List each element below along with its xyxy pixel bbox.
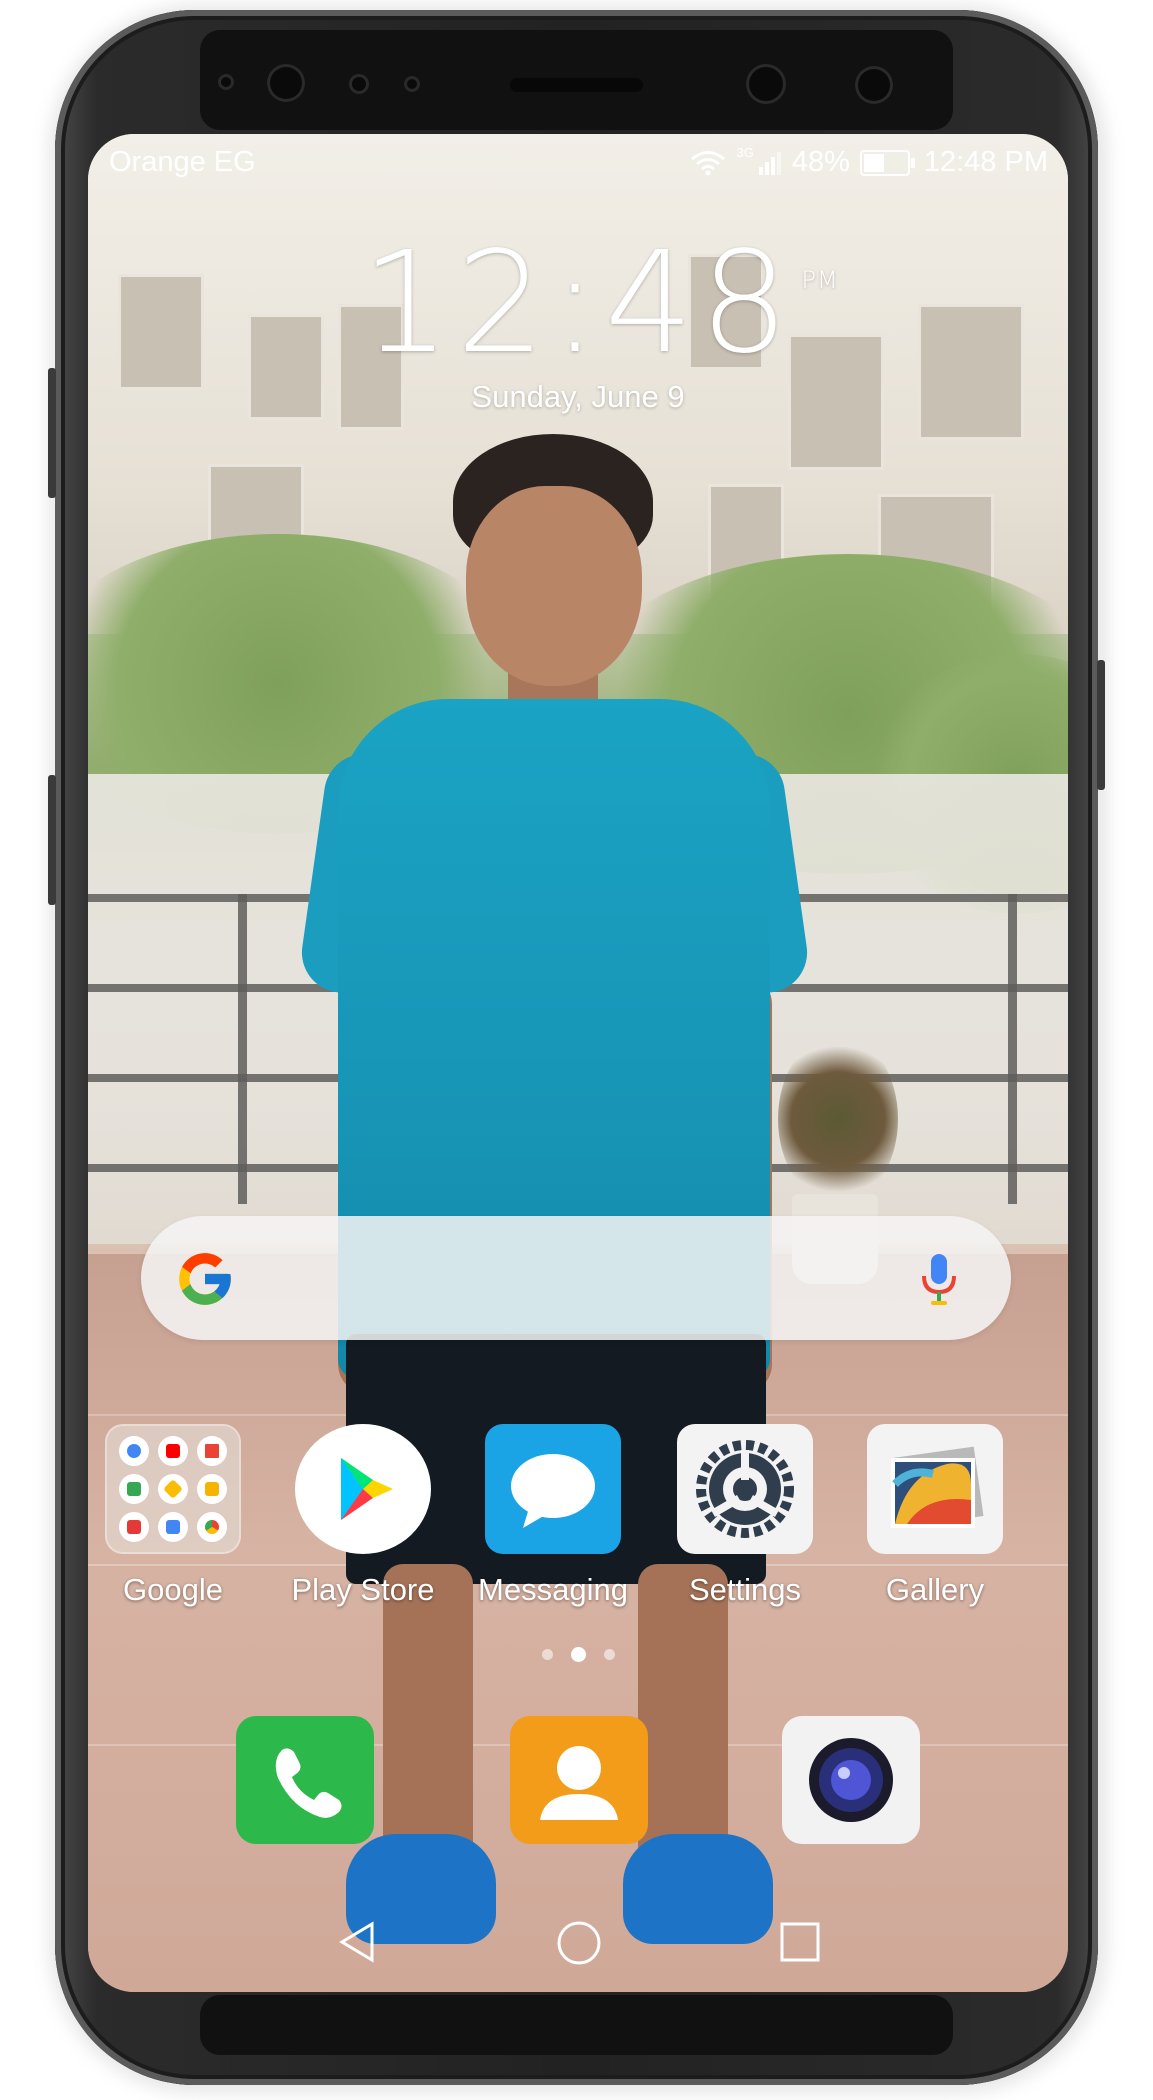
app-settings[interactable]: Settings: [660, 1424, 830, 1608]
bottom-bezel: [200, 1995, 953, 2055]
network-type: 3G: [736, 145, 754, 160]
camera-icon[interactable]: [782, 1716, 920, 1844]
app-label: Gallery: [885, 1572, 985, 1607]
status-bar: Orange EG 3G 48% 12:48 PM: [88, 134, 1068, 190]
app-label: Messaging: [478, 1572, 628, 1607]
messaging-icon: [485, 1424, 621, 1554]
app-play-store[interactable]: Play Store: [278, 1424, 448, 1608]
app-label: Settings: [688, 1572, 801, 1607]
side-button-left-1: [48, 368, 56, 498]
play-store-icon: [295, 1424, 431, 1554]
page-dot-3[interactable]: [603, 1649, 615, 1661]
earpiece-speaker: [510, 78, 643, 92]
google-search-bar[interactable]: [141, 1216, 1011, 1340]
gallery-icon: [867, 1424, 1003, 1554]
page-dot-2[interactable]: [570, 1647, 586, 1663]
front-camera-2-icon: [746, 64, 786, 104]
app-messaging[interactable]: Messaging: [468, 1424, 638, 1608]
microphone-icon[interactable]: [919, 1252, 959, 1306]
back-icon[interactable]: [336, 1920, 380, 1964]
contacts-icon[interactable]: [510, 1716, 648, 1844]
clock-ampm: PM: [801, 266, 839, 294]
clock-time: 12:48 PM: [361, 229, 837, 379]
iris-sensor: [855, 66, 893, 104]
battery-percent: 48%: [791, 146, 850, 178]
recent-apps-icon[interactable]: [778, 1920, 822, 1964]
page-indicator[interactable]: [88, 1646, 1068, 1666]
side-button-left-2: [48, 775, 56, 905]
app-gallery[interactable]: Gallery: [850, 1424, 1020, 1608]
settings-gear-icon: [677, 1424, 813, 1554]
front-camera-icon: [267, 64, 305, 102]
clock-widget[interactable]: 12:48 PM Sunday, June 9: [88, 229, 1068, 415]
google-folder-icon: [105, 1424, 241, 1554]
proximity-sensor: [218, 74, 234, 90]
page-dot-1[interactable]: [541, 1649, 553, 1661]
home-icon[interactable]: [556, 1920, 602, 1966]
wifi-icon: [691, 150, 726, 175]
potted-plant: [778, 1034, 898, 1204]
carrier-name: Orange EG: [109, 146, 256, 178]
status-time: 12:48 PM: [923, 146, 1048, 178]
signal-icon: [758, 151, 781, 175]
google-g-icon: [179, 1253, 231, 1305]
led-indicator: [404, 76, 420, 92]
app-label: Play Store: [291, 1572, 435, 1607]
light-sensor: [349, 74, 369, 94]
app-google-folder[interactable]: Google: [88, 1424, 258, 1608]
battery-icon: [859, 149, 915, 176]
phone-icon[interactable]: [236, 1716, 374, 1844]
home-screen: Orange EG 3G 48% 12:48 PM 12:48 PM Sunda…: [88, 134, 1068, 1992]
side-button-right: [1097, 660, 1105, 790]
navigation-bar: [88, 1904, 1068, 1984]
app-label: Google: [123, 1572, 223, 1607]
